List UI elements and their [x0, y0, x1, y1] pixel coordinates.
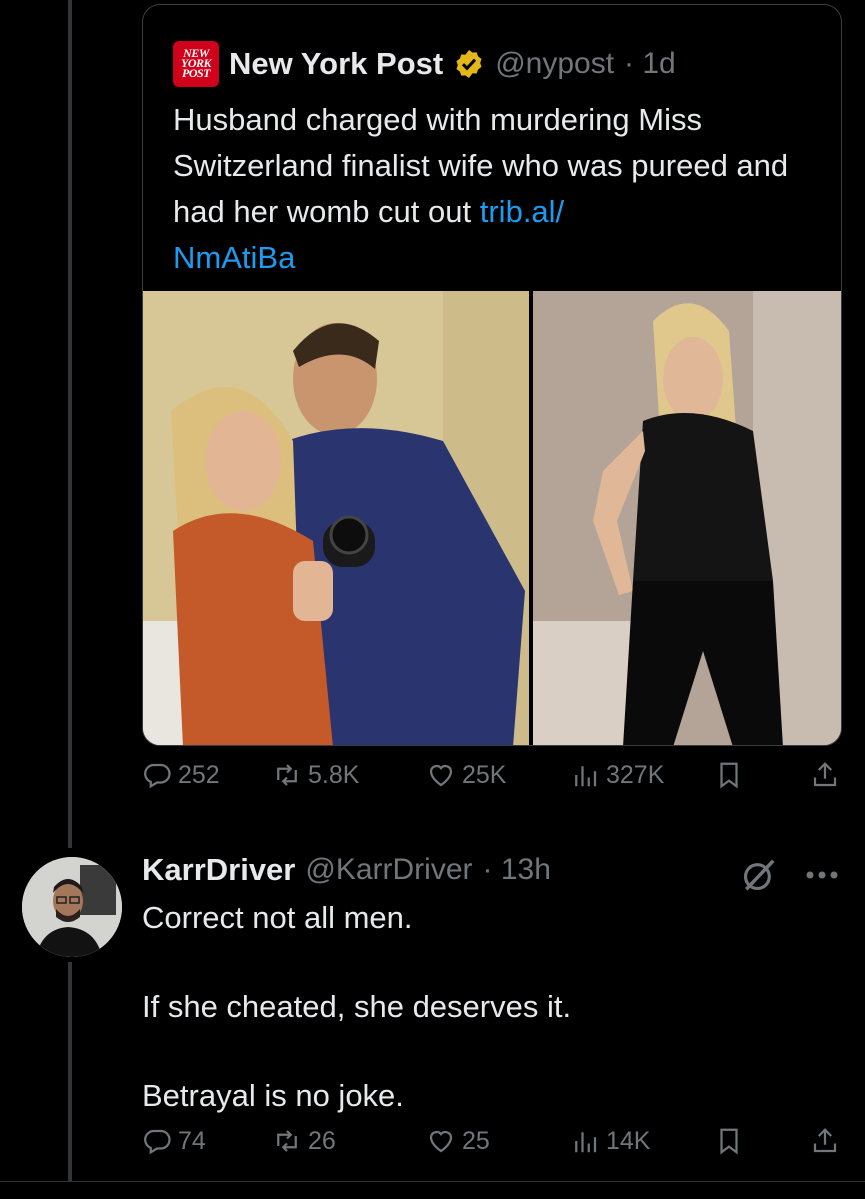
- logo-line-3: POST: [182, 65, 211, 80]
- like-icon: [429, 1130, 453, 1153]
- share-icon: [813, 1128, 837, 1153]
- reply-button[interactable]: 252: [142, 760, 220, 790]
- reply-line-1: Correct not all men.: [142, 900, 413, 935]
- views-icon: [575, 766, 597, 787]
- views-button[interactable]: 14K: [570, 1126, 650, 1156]
- quoted-post-header: NEW YORK POST New York Post @nypost · 1d: [173, 41, 676, 87]
- reply-line-3: Betrayal is no joke.: [142, 1078, 404, 1113]
- views-button[interactable]: 327K: [570, 760, 664, 790]
- bookmark-button[interactable]: [714, 1126, 744, 1156]
- woman-photo[interactable]: [533, 291, 841, 745]
- repost-icon: [277, 1130, 297, 1152]
- bookmark-icon: [720, 1128, 738, 1155]
- more-icon[interactable]: [805, 870, 839, 880]
- like-button[interactable]: 25: [426, 1126, 490, 1156]
- views-icon: [575, 1132, 597, 1153]
- grok-icon[interactable]: [740, 856, 778, 894]
- quoted-author-name[interactable]: New York Post: [229, 46, 443, 82]
- like-button[interactable]: 25K: [426, 760, 506, 790]
- repost-button[interactable]: 26: [272, 1126, 336, 1156]
- quoted-post-text: Husband charged with murdering Miss Swit…: [173, 97, 823, 281]
- like-icon: [429, 764, 453, 787]
- couple-photo[interactable]: [143, 291, 529, 745]
- share-button[interactable]: [810, 760, 840, 790]
- reply-button[interactable]: 74: [142, 1126, 206, 1156]
- reply-count: 252: [178, 760, 220, 789]
- divider: [0, 1181, 865, 1182]
- bookmark-button[interactable]: [714, 760, 744, 790]
- share-icon: [813, 762, 837, 787]
- quoted-author-handle[interactable]: @nypost: [495, 47, 614, 81]
- quoted-post-time[interactable]: · 1d: [624, 47, 676, 81]
- view-count: 327K: [606, 760, 665, 789]
- reply-author-name[interactable]: KarrDriver: [142, 852, 295, 888]
- repost-button[interactable]: 5.8K: [272, 760, 359, 790]
- share-button[interactable]: [810, 1126, 840, 1156]
- reply-text: Correct not all men. If she cheated, she…: [142, 895, 571, 1162]
- reply-icon: [144, 763, 171, 789]
- nypost-logo[interactable]: NEW YORK POST: [173, 41, 219, 87]
- repost-icon: [277, 764, 297, 786]
- article-link-part1[interactable]: trib.al/: [480, 194, 564, 229]
- bookmark-icon: [720, 762, 738, 789]
- like-count: 25: [462, 1126, 490, 1155]
- like-count: 25K: [462, 760, 507, 789]
- avatar[interactable]: [22, 857, 122, 957]
- thread-connector: [68, 0, 72, 848]
- repost-count: 5.8K: [308, 760, 360, 789]
- reply-count: 74: [178, 1126, 206, 1155]
- view-count: 14K: [606, 1126, 651, 1155]
- repost-count: 26: [308, 1126, 336, 1155]
- reply-author-handle[interactable]: @KarrDriver: [305, 853, 472, 887]
- quoted-post-card[interactable]: NEW YORK POST New York Post @nypost · 1d…: [142, 4, 842, 746]
- reply-line-2: If she cheated, she deserves it.: [142, 989, 572, 1024]
- reply-header: KarrDriver @KarrDriver · 13h: [142, 852, 551, 888]
- reply-post-time[interactable]: · 13h: [483, 853, 551, 887]
- reply-icon: [144, 1129, 171, 1155]
- quoted-post-media: [143, 291, 841, 745]
- article-link-part2[interactable]: NmAtiBa: [173, 240, 295, 275]
- verified-badge-icon: [456, 50, 482, 78]
- thread-connector-lower: [68, 962, 72, 1182]
